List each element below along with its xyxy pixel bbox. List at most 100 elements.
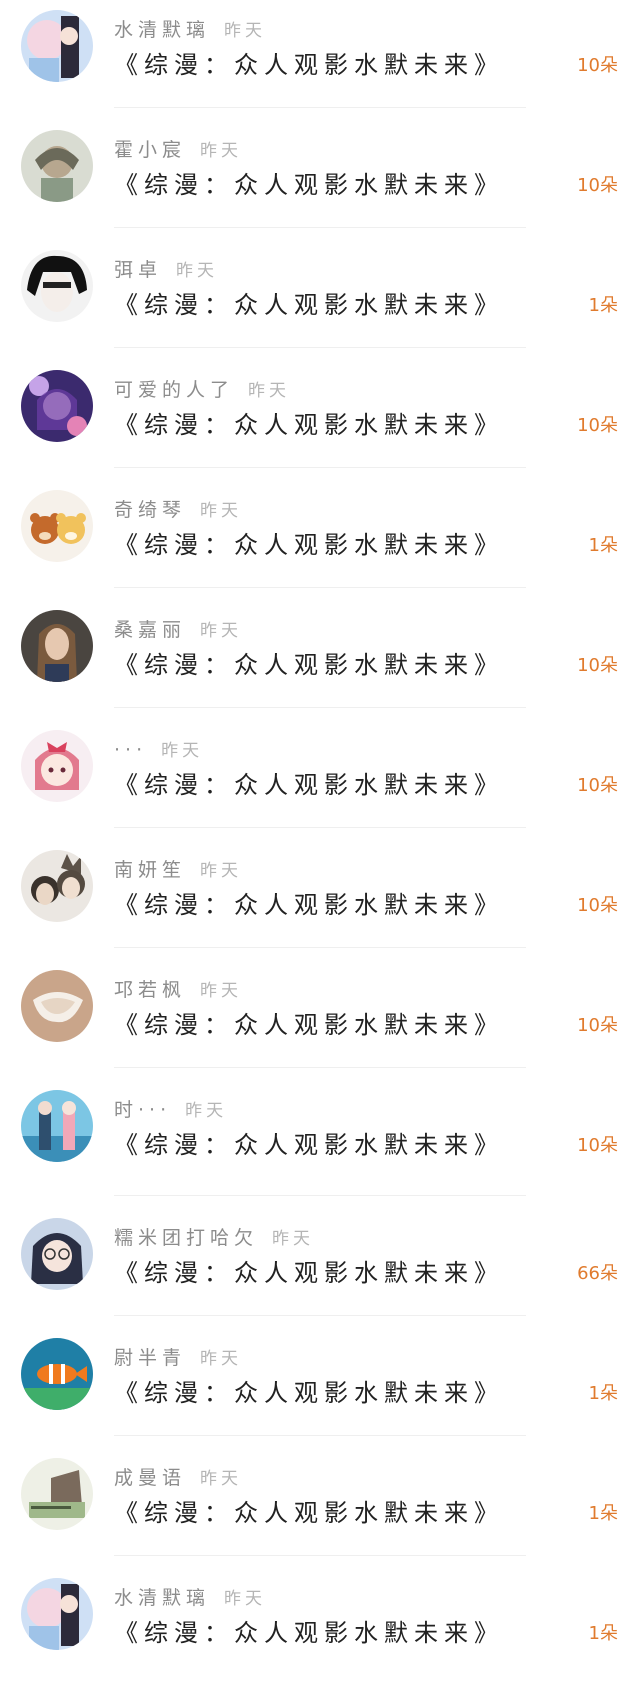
book-title[interactable]: 《综漫：众人观影水默未来》 [114, 168, 504, 202]
book-title[interactable]: 《综漫：众人观影水默未来》 [114, 1616, 504, 1650]
list-item[interactable]: ··· 昨天 《综漫：众人观影水默未来》 10朵 [0, 720, 640, 840]
gift-count: 1朵 [588, 295, 618, 316]
avatar[interactable] [21, 1458, 93, 1530]
username[interactable]: 水清默璃 [114, 19, 210, 41]
username[interactable]: 可爱的人了 [114, 379, 234, 401]
avatar[interactable] [21, 370, 93, 442]
item-meta: 霍小宸 昨天 [114, 137, 242, 163]
timestamp: 昨天 [224, 21, 267, 41]
avatar[interactable] [21, 250, 93, 322]
gift-count: 10朵 [577, 55, 618, 76]
item-meta: 时··· 昨天 [114, 1097, 227, 1123]
timestamp: 昨天 [200, 1349, 243, 1369]
list-item[interactable]: 水清默璃 昨天 《综漫：众人观影水默未来》 10朵 [0, 0, 640, 120]
divider [114, 467, 526, 468]
item-meta: 水清默璃 昨天 [114, 17, 266, 43]
divider [114, 1435, 526, 1436]
list-item[interactable]: 时··· 昨天 《综漫：众人观影水默未来》 10朵 [0, 1080, 640, 1208]
gift-count: 1朵 [588, 535, 618, 556]
gift-count: 10朵 [577, 775, 618, 796]
timestamp: 昨天 [161, 741, 204, 761]
avatar[interactable] [21, 10, 93, 82]
avatar[interactable] [21, 1578, 93, 1650]
list-item[interactable]: 霍小宸 昨天 《综漫：众人观影水默未来》 10朵 [0, 120, 640, 240]
book-title[interactable]: 《综漫：众人观影水默未来》 [114, 1376, 504, 1410]
username[interactable]: ··· [114, 739, 147, 761]
divider [114, 1315, 526, 1316]
timestamp: 昨天 [200, 981, 243, 1001]
timestamp: 昨天 [272, 1229, 315, 1249]
gift-count: 1朵 [588, 1503, 618, 1524]
avatar[interactable] [21, 130, 93, 202]
book-title[interactable]: 《综漫：众人观影水默未来》 [114, 1496, 504, 1530]
book-title[interactable]: 《综漫：众人观影水默未来》 [114, 648, 504, 682]
username[interactable]: 成曼语 [114, 1467, 186, 1489]
username[interactable]: 邛若枫 [114, 979, 186, 1001]
timestamp: 昨天 [224, 1589, 267, 1609]
timestamp: 昨天 [200, 501, 243, 521]
divider [114, 107, 526, 108]
list-item[interactable]: 南妍笙 昨天 《综漫：众人观影水默未来》 10朵 [0, 840, 640, 960]
timestamp: 昨天 [200, 141, 243, 161]
gift-count: 10朵 [577, 415, 618, 436]
username[interactable]: 桑嘉丽 [114, 619, 186, 641]
username[interactable]: 南妍笙 [114, 859, 186, 881]
list-item[interactable]: 糯米团打哈欠 昨天 《综漫：众人观影水默未来》 66朵 [0, 1208, 640, 1328]
avatar[interactable] [21, 970, 93, 1042]
username[interactable]: 尉半青 [114, 1347, 186, 1369]
book-title[interactable]: 《综漫：众人观影水默未来》 [114, 888, 504, 922]
divider [114, 587, 526, 588]
list-item[interactable]: 弭卓 昨天 《综漫：众人观影水默未来》 1朵 [0, 240, 640, 360]
username[interactable]: 奇绮琴 [114, 499, 186, 521]
gift-count: 10朵 [577, 655, 618, 676]
username[interactable]: 弭卓 [114, 259, 162, 281]
gift-feed-list: 水清默璃 昨天 《综漫：众人观影水默未来》 10朵 霍小宸 昨天 《综漫：众人观影水… [0, 0, 640, 1688]
username[interactable]: 糯米团打哈欠 [114, 1227, 258, 1249]
avatar[interactable] [21, 850, 93, 922]
item-meta: 成曼语 昨天 [114, 1465, 242, 1491]
item-meta: 奇绮琴 昨天 [114, 497, 242, 523]
list-item[interactable]: 奇绮琴 昨天 《综漫：众人观影水默未来》 1朵 [0, 480, 640, 600]
item-meta: 邛若枫 昨天 [114, 977, 242, 1003]
item-meta: 可爱的人了 昨天 [114, 377, 290, 403]
book-title[interactable]: 《综漫：众人观影水默未来》 [114, 768, 504, 802]
item-meta: ··· 昨天 [114, 737, 203, 763]
book-title[interactable]: 《综漫：众人观影水默未来》 [114, 528, 504, 562]
username[interactable]: 霍小宸 [114, 139, 186, 161]
list-item[interactable]: 可爱的人了 昨天 《综漫：众人观影水默未来》 10朵 [0, 360, 640, 480]
avatar[interactable] [21, 730, 93, 802]
list-item[interactable]: 邛若枫 昨天 《综漫：众人观影水默未来》 10朵 [0, 960, 640, 1080]
timestamp: 昨天 [176, 261, 219, 281]
divider [114, 227, 526, 228]
gift-count: 10朵 [577, 175, 618, 196]
list-item[interactable]: 成曼语 昨天 《综漫：众人观影水默未来》 1朵 [0, 1448, 640, 1568]
item-meta: 糯米团打哈欠 昨天 [114, 1225, 314, 1251]
list-item[interactable]: 桑嘉丽 昨天 《综漫：众人观影水默未来》 10朵 [0, 600, 640, 720]
gift-count: 10朵 [577, 1015, 618, 1036]
gift-count: 10朵 [577, 1135, 618, 1156]
timestamp: 昨天 [200, 861, 243, 881]
gift-count: 66朵 [577, 1263, 618, 1284]
divider [114, 707, 526, 708]
book-title[interactable]: 《综漫：众人观影水默未来》 [114, 1128, 504, 1162]
book-title[interactable]: 《综漫：众人观影水默未来》 [114, 408, 504, 442]
book-title[interactable]: 《综漫：众人观影水默未来》 [114, 1256, 504, 1290]
item-meta: 桑嘉丽 昨天 [114, 617, 242, 643]
timestamp: 昨天 [248, 381, 291, 401]
avatar[interactable] [21, 490, 93, 562]
gift-count: 1朵 [588, 1383, 618, 1404]
timestamp: 昨天 [200, 621, 243, 641]
avatar[interactable] [21, 1338, 93, 1410]
divider [114, 1195, 526, 1196]
username[interactable]: 水清默璃 [114, 1587, 210, 1609]
avatar[interactable] [21, 610, 93, 682]
list-item[interactable]: 尉半青 昨天 《综漫：众人观影水默未来》 1朵 [0, 1328, 640, 1448]
avatar[interactable] [21, 1090, 93, 1162]
avatar[interactable] [21, 1218, 93, 1290]
divider [114, 947, 526, 948]
book-title[interactable]: 《综漫：众人观影水默未来》 [114, 1008, 504, 1042]
list-item[interactable]: 水清默璃 昨天 《综漫：众人观影水默未来》 1朵 [0, 1568, 640, 1688]
book-title[interactable]: 《综漫：众人观影水默未来》 [114, 48, 504, 82]
username[interactable]: 时··· [114, 1099, 171, 1121]
book-title[interactable]: 《综漫：众人观影水默未来》 [114, 288, 504, 322]
